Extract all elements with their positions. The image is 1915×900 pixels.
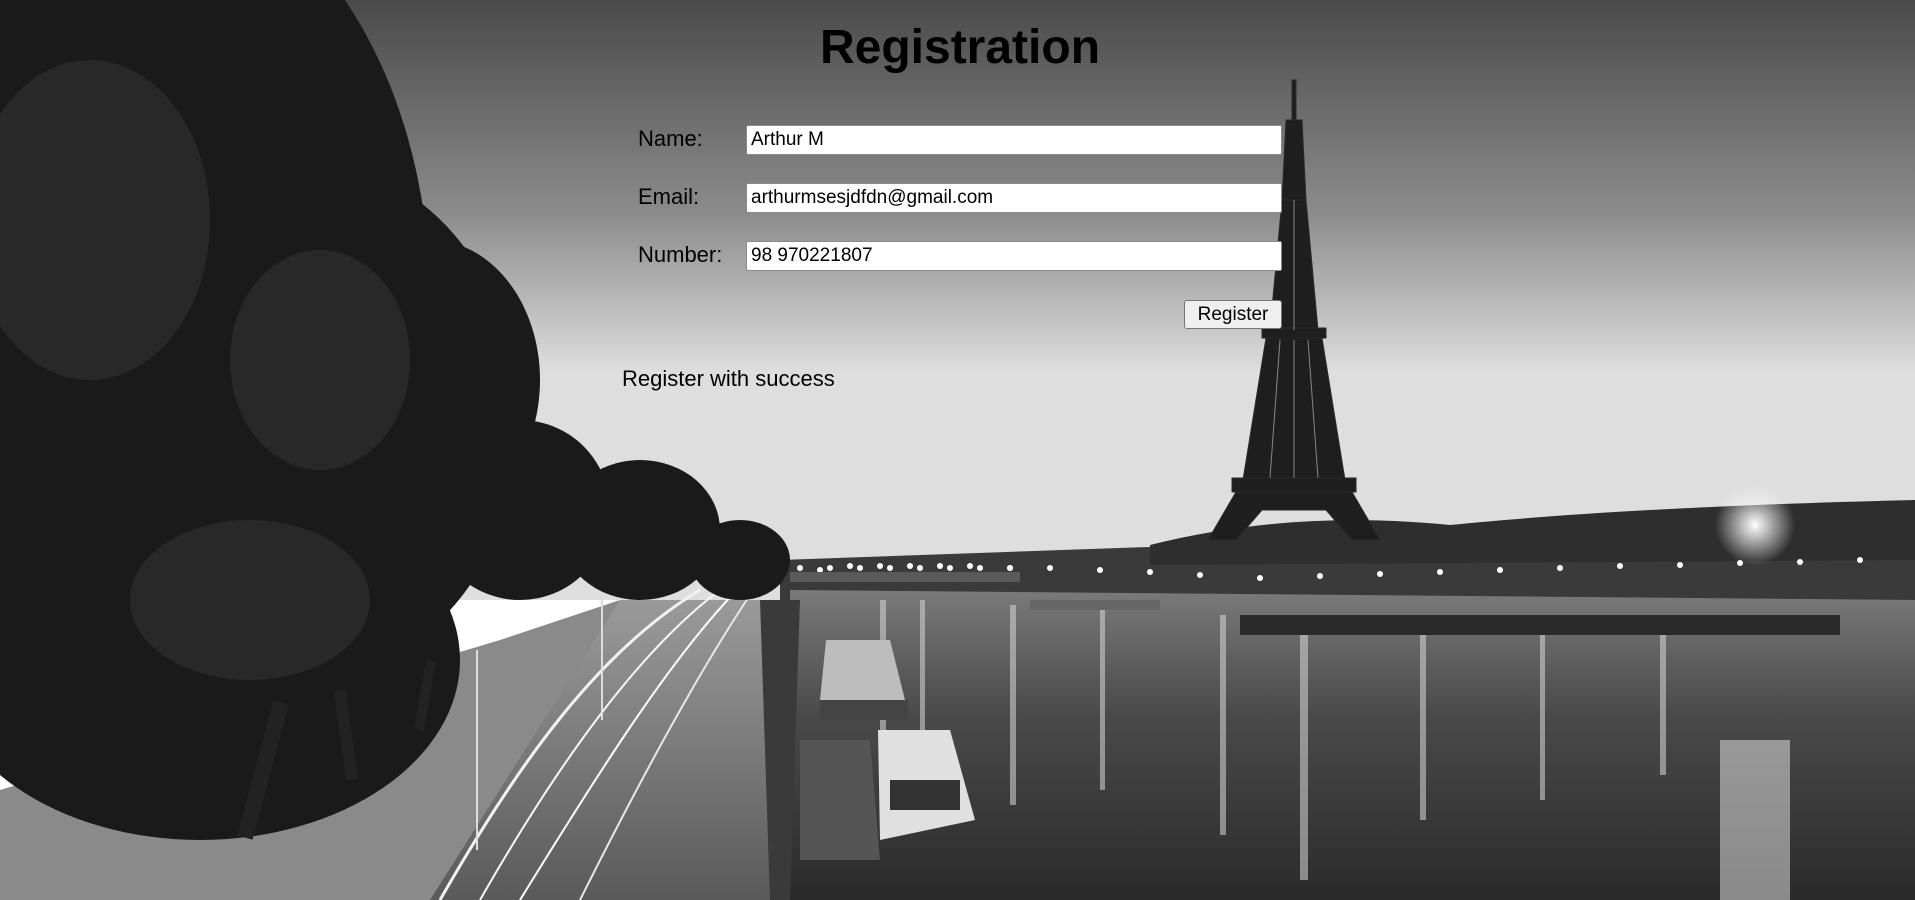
- email-input[interactable]: [746, 183, 1282, 213]
- name-input[interactable]: [746, 125, 1282, 155]
- page-title: Registration: [819, 21, 1101, 74]
- success-message: Register with success: [622, 366, 835, 391]
- register-button[interactable]: Register: [1184, 300, 1282, 329]
- email-label: Email:: [638, 184, 700, 209]
- number-label: Number:: [638, 242, 723, 267]
- name-label: Name:: [638, 126, 703, 151]
- number-input[interactable]: [746, 241, 1282, 271]
